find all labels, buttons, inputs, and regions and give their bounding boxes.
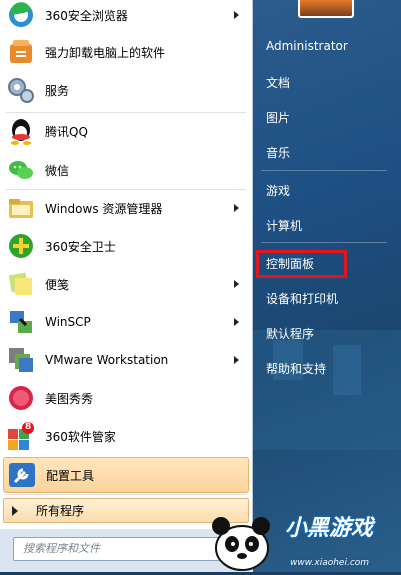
program-label: 配置工具	[46, 468, 95, 483]
default-programs-link[interactable]: 默认程序	[266, 325, 314, 342]
right-panel: Administrator 文档 图片 音乐 游戏 计算机 控制面板 设备和打印…	[253, 0, 401, 572]
menu-separator	[261, 242, 387, 243]
menu-separator	[261, 170, 387, 171]
program-item-meitu[interactable]: 美图秀秀	[3, 380, 249, 416]
program-label: 微信	[45, 163, 70, 178]
program-item-vmware[interactable]: VMware Workstation	[3, 342, 249, 378]
program-item-uninstaller[interactable]: 强力卸载电脑上的软件	[3, 34, 249, 70]
winscp-icon	[6, 307, 36, 337]
folder-explorer-icon	[6, 193, 36, 223]
documents-link[interactable]: 文档	[266, 74, 290, 91]
program-item-qq[interactable]: 腾讯QQ	[3, 113, 249, 149]
vmware-icon	[6, 345, 36, 375]
program-label: VMware Workstation	[45, 353, 169, 367]
program-item-winscp[interactable]: WinSCP	[3, 304, 249, 340]
user-avatar[interactable]	[298, 0, 354, 18]
uninstall-icon	[6, 37, 36, 67]
program-item-windows-explorer[interactable]: Windows 资源管理器	[3, 190, 249, 226]
program-label: 360安全浏览器	[45, 8, 128, 23]
control-panel-highlight-box	[256, 250, 347, 278]
all-programs-label: 所有程序	[36, 504, 85, 518]
help-support-link[interactable]: 帮助和支持	[266, 360, 326, 377]
submenu-arrow-icon[interactable]	[234, 280, 239, 288]
submenu-arrow-icon[interactable]	[234, 204, 239, 212]
program-item-wechat[interactable]: 微信	[3, 152, 249, 188]
programs-panel: 360安全浏览器 强力卸载电脑上的软件 服务 腾讯QQ 微信 Windows 资…	[0, 0, 253, 529]
watermark-title: 小黑游戏	[285, 516, 374, 541]
meitu-icon	[6, 383, 36, 413]
wechat-icon	[6, 155, 36, 185]
program-item-config-tool[interactable]: 配置工具	[3, 457, 249, 493]
program-label: WinSCP	[45, 315, 91, 329]
program-label: Windows 资源管理器	[45, 201, 163, 216]
program-label: 便笺	[45, 277, 70, 292]
submenu-arrow-icon[interactable]	[234, 356, 239, 364]
config-tool-icon	[7, 460, 37, 490]
music-link[interactable]: 音乐	[266, 144, 290, 161]
qq-penguin-icon	[6, 116, 36, 146]
program-item-360-browser[interactable]: 360安全浏览器	[3, 0, 249, 33]
program-label: 强力卸载电脑上的软件	[45, 45, 166, 60]
computer-link[interactable]: 计算机	[266, 217, 302, 234]
gears-icon	[6, 75, 36, 105]
browser-360-icon	[6, 0, 36, 30]
software-manager-360-icon: 8	[6, 421, 36, 451]
program-item-360-software-manager[interactable]: 8 360软件管家	[3, 418, 249, 454]
program-label: 360软件管家	[45, 429, 116, 444]
program-label: 腾讯QQ	[45, 124, 88, 139]
games-link[interactable]: 游戏	[266, 182, 290, 199]
sticky-notes-icon	[6, 269, 36, 299]
watermark-url: www.xiaohei.com	[290, 558, 370, 568]
panda-mascot-logo	[207, 508, 277, 572]
expand-arrow-icon	[12, 505, 18, 516]
program-item-sticky-notes[interactable]: 便笺	[3, 266, 249, 302]
submenu-arrow-icon[interactable]	[234, 318, 239, 326]
search-input[interactable]: 搜索程序和文件	[13, 537, 237, 561]
pictures-link[interactable]: 图片	[266, 109, 290, 126]
program-label: 美图秀秀	[45, 391, 94, 406]
user-name-link[interactable]: Administrator	[266, 39, 348, 53]
program-label: 360安全卫士	[45, 239, 116, 254]
submenu-arrow-icon[interactable]	[234, 11, 239, 19]
shield-360-icon	[6, 231, 36, 261]
update-count-badge: 8	[25, 422, 32, 432]
program-item-360-security[interactable]: 360安全卫士	[3, 228, 249, 264]
menu-separator	[6, 494, 246, 495]
program-item-services[interactable]: 服务	[3, 72, 249, 108]
program-label: 服务	[45, 83, 70, 98]
devices-printers-link[interactable]: 设备和打印机	[266, 290, 338, 307]
